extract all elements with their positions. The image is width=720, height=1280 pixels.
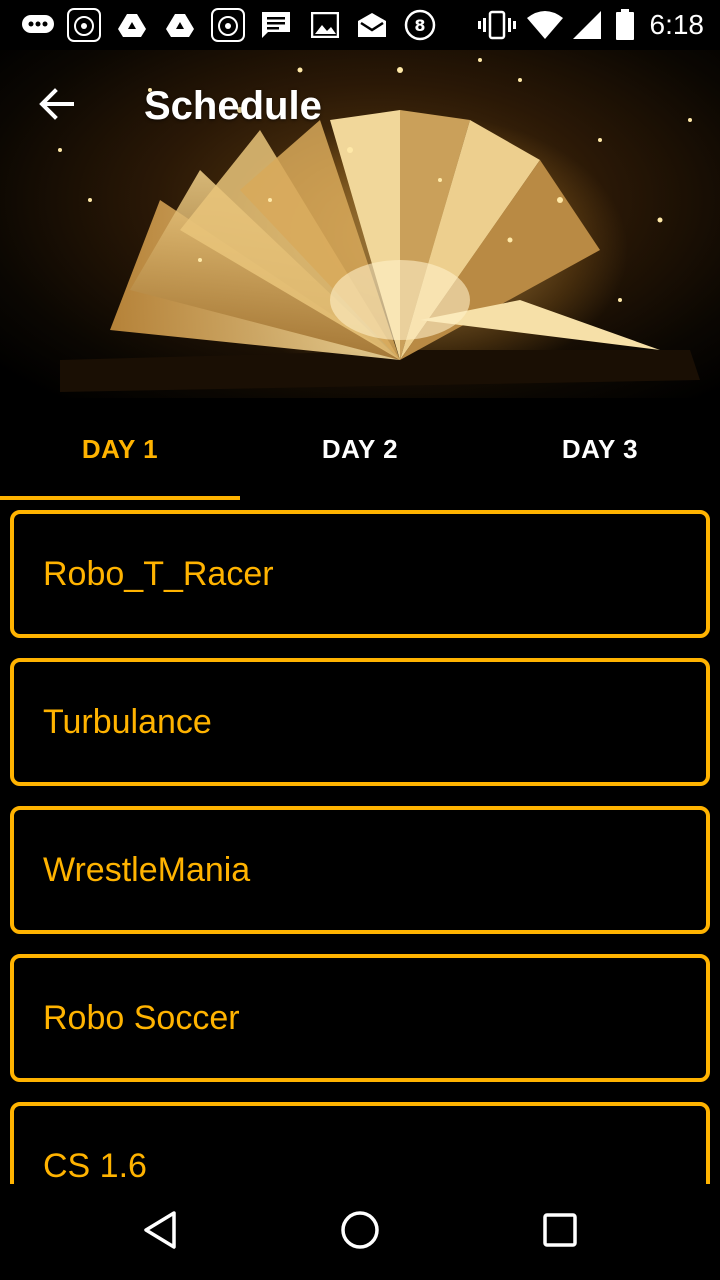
message-icon bbox=[258, 9, 294, 41]
day-tabs: DAY 1 DAY 2 DAY 3 bbox=[0, 398, 720, 500]
drive-icon bbox=[114, 9, 150, 41]
eight-ball-icon: 8 bbox=[402, 9, 438, 41]
event-name: CS 1.6 bbox=[43, 1146, 147, 1185]
status-time: 6:18 bbox=[649, 9, 705, 40]
tab-label: DAY 3 bbox=[561, 433, 639, 464]
tab-day-2[interactable]: DAY 2 bbox=[240, 398, 480, 500]
event-name: Turbulance bbox=[43, 702, 212, 741]
gallery-icon bbox=[308, 9, 342, 41]
tab-label: DAY 1 bbox=[81, 433, 159, 464]
tab-day-1[interactable]: DAY 1 bbox=[0, 398, 240, 500]
event-name: Robo Soccer bbox=[43, 998, 240, 1037]
event-name: Robo_T_Racer bbox=[43, 554, 274, 593]
vibrate-icon bbox=[478, 9, 516, 41]
event-card[interactable]: Robo Soccer bbox=[10, 954, 710, 1082]
square-recents-icon bbox=[542, 1212, 578, 1253]
battery-icon bbox=[614, 9, 636, 41]
nav-home-button[interactable] bbox=[320, 1204, 400, 1260]
back-button[interactable] bbox=[24, 74, 88, 138]
circle-home-icon bbox=[340, 1210, 380, 1255]
email-icon bbox=[354, 9, 390, 41]
event-list[interactable]: Robo_T_Racer Turbulance WrestleMania Rob… bbox=[0, 500, 720, 1184]
event-card[interactable]: CS 1.6 bbox=[10, 1102, 710, 1184]
tab-label: DAY 2 bbox=[321, 433, 399, 464]
event-name: WrestleMania bbox=[43, 850, 251, 889]
nav-recents-button[interactable] bbox=[520, 1204, 600, 1260]
app-logo-icon bbox=[66, 8, 102, 42]
signal-icon bbox=[570, 9, 604, 41]
svg-text:8: 8 bbox=[414, 16, 425, 35]
drive-icon bbox=[162, 9, 198, 41]
event-card[interactable]: Robo_T_Racer bbox=[10, 510, 710, 638]
navigation-bar bbox=[0, 1184, 720, 1280]
triangle-back-icon bbox=[142, 1210, 178, 1255]
tab-day-3[interactable]: DAY 3 bbox=[480, 398, 720, 500]
status-bar: 8 6:18 bbox=[0, 0, 720, 50]
toolbar: Schedule bbox=[0, 50, 720, 162]
event-card[interactable]: Turbulance bbox=[10, 658, 710, 786]
page-title: Schedule bbox=[144, 84, 322, 128]
app-logo-icon bbox=[210, 8, 246, 42]
arrow-left-icon bbox=[38, 87, 74, 125]
nav-back-button[interactable] bbox=[120, 1204, 200, 1260]
chat-bubble-icon bbox=[20, 9, 56, 41]
event-card[interactable]: WrestleMania bbox=[10, 806, 710, 934]
wifi-icon bbox=[526, 9, 564, 41]
